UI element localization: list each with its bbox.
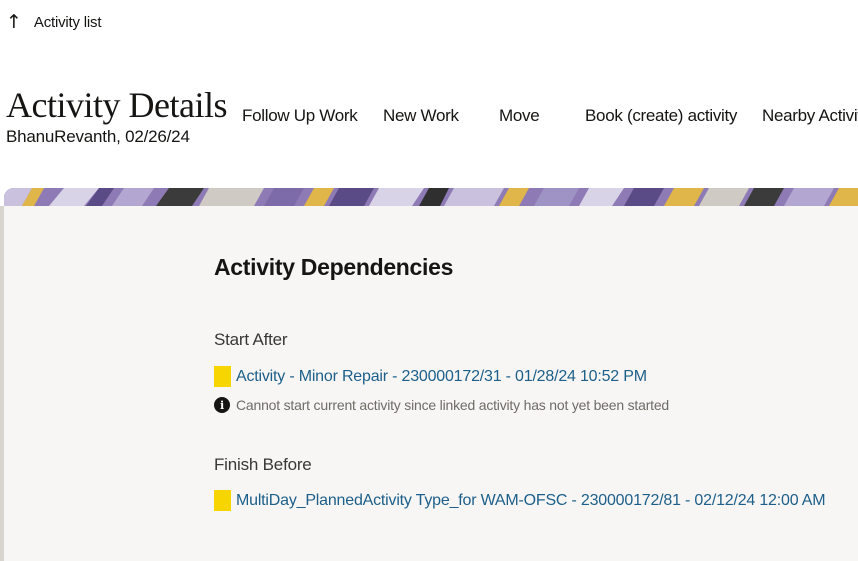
new-work-button[interactable]: New Work	[383, 106, 459, 126]
activity-dependencies-section: Activity Dependencies Start After Activi…	[214, 254, 854, 511]
book-create-activity-button[interactable]: Book (create) activity	[585, 106, 737, 126]
section-title: Activity Dependencies	[214, 254, 454, 280]
top-bar: ↑ Activity list	[0, 0, 858, 48]
status-swatch	[214, 366, 231, 387]
finish-before-item: MultiDay_PlannedActivity Type_for WAM-OF…	[214, 490, 826, 511]
status-swatch	[214, 490, 231, 511]
start-after-note: i Cannot start current activity since li…	[214, 397, 669, 413]
action-bar: Follow Up Work New Work Move Book (creat…	[0, 106, 858, 130]
decorative-banner	[4, 188, 858, 206]
arrow-up-icon: ↑	[6, 11, 22, 33]
activity-list-label: Activity list	[33, 13, 102, 31]
move-button[interactable]: Move	[499, 106, 540, 126]
info-icon: i	[214, 397, 230, 413]
finish-before-label: Finish Before	[214, 455, 312, 474]
page-subtitle: BhanuRevanth, 02/26/24	[6, 127, 190, 146]
follow-up-work-button[interactable]: Follow Up Work	[242, 106, 358, 126]
start-after-activity-link[interactable]: Activity - Minor Repair - 230000172/31 -…	[236, 368, 647, 386]
activity-list-link[interactable]: ↑ Activity list	[6, 11, 102, 33]
nearby-activities-button[interactable]: Nearby Activities	[762, 106, 858, 126]
start-after-note-text: Cannot start current activity since link…	[236, 397, 670, 413]
finish-before-activity-link[interactable]: MultiDay_PlannedActivity Type_for WAM-OF…	[236, 492, 826, 510]
start-after-item: Activity - Minor Repair - 230000172/31 -…	[214, 366, 647, 387]
start-after-label: Start After	[214, 330, 288, 349]
